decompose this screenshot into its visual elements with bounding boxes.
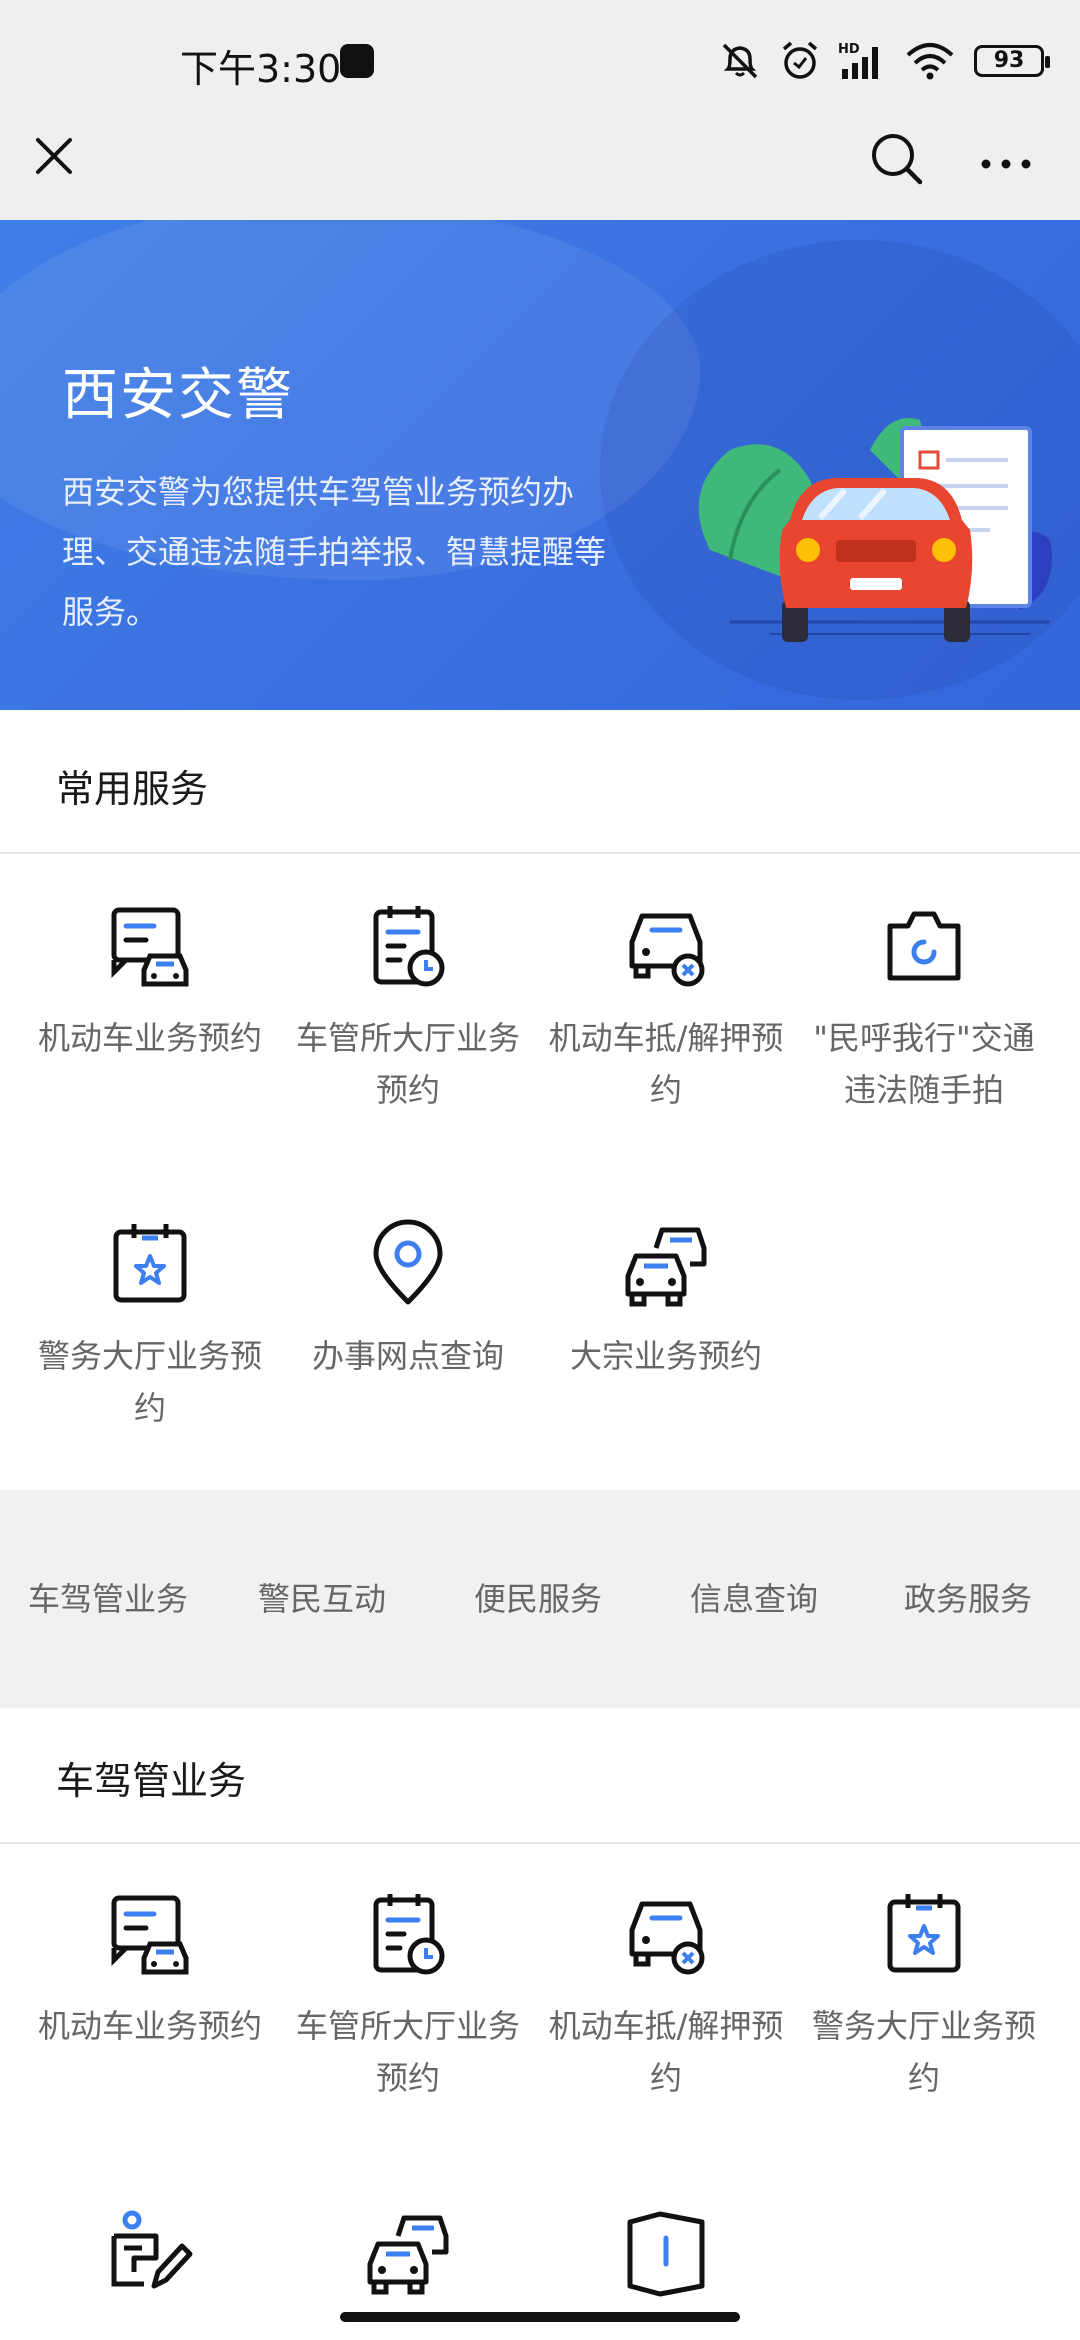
service-dmv-hall-appointment[interactable]: 车管所大厅业务预约 (278, 900, 538, 1116)
wifi-icon (906, 43, 954, 80)
service-police-hall-appointment[interactable]: 警务大厅业务预约 (794, 1888, 1054, 2104)
common-services-header: 常用服务 (0, 710, 1080, 854)
service-label: 机动车抵/解押预约 (548, 1019, 784, 1109)
notification-icon (340, 44, 374, 78)
tab-police-interaction[interactable]: 警民互动 (258, 1574, 386, 1620)
two-cars-icon (625, 1227, 707, 1307)
service-traffic-violation-report[interactable]: "民呼我行"交通违法随手拍 (794, 900, 1054, 1116)
close-icon[interactable] (30, 132, 78, 180)
clipboard-star-icon (887, 1894, 961, 1973)
section-title: 车驾管业务 (56, 1759, 247, 1803)
clipboard-clock-icon (373, 906, 445, 987)
two-cars-icon (367, 2215, 449, 2295)
battery-indicator: 93 (974, 45, 1050, 77)
service-license-tile[interactable] (20, 2206, 280, 2318)
status-icons: HD 93 (718, 36, 1050, 86)
svg-text:HD: HD (838, 42, 860, 57)
hero-title: 西安交警 (62, 363, 294, 428)
service-guide-tile[interactable] (536, 2206, 796, 2318)
car-doc-icon (111, 1895, 189, 1975)
service-label: 车管所大厅业务预约 (295, 1019, 520, 1109)
service-mortgage-appointment[interactable]: 机动车抵/解押预约 (536, 900, 796, 1116)
service-mortgage-appointment[interactable]: 机动车抵/解押预约 (536, 1888, 796, 2104)
service-dmv-hall-appointment[interactable]: 车管所大厅业务预约 (278, 1888, 538, 2104)
service-label: 机动车业务预约 (37, 2007, 262, 2045)
vehicle-services-header: 车驾管业务 (0, 1708, 1080, 1844)
common-services-grid: 机动车业务预约 车管所大厅业务预约 机动车抵/解押预约 "民呼我行"交通违法随手… (0, 854, 1080, 1490)
service-label: 车管所大厅业务预约 (295, 2007, 520, 2097)
category-tabs: 车驾管业务 警民互动 便民服务 信息查询 政务服务 (0, 1490, 1080, 1708)
car-x-icon (629, 1901, 705, 1975)
car-x-icon (629, 913, 705, 987)
vehicle-services-grid: 机动车业务预约 车管所大厅业务预约 机动车抵/解押预约 警务大厅业务预约 (0, 1844, 1080, 2340)
service-vehicle-appointment[interactable]: 机动车业务预约 (20, 1888, 280, 2052)
car-illustration (698, 418, 1052, 642)
hero-description: 西安交警为您提供车驾管业务预约办理、交通违法随手拍举报、智慧提醒等服务。 (62, 473, 607, 631)
more-icon[interactable] (976, 130, 1036, 186)
tab-convenience[interactable]: 便民服务 (474, 1574, 602, 1620)
signal-icon: HD (838, 42, 878, 79)
service-label: 办事网点查询 (311, 1337, 504, 1375)
clipboard-star-icon (113, 1224, 187, 1303)
app-page: 下午3:30 HD 93 西安交警 西安交警为您提供车驾管业务预约办理、交通违法… (0, 0, 1080, 2340)
service-label: 警务大厅业务预约 (37, 1337, 262, 1427)
mute-icon (722, 43, 758, 79)
alarm-icon (782, 41, 818, 79)
service-label: 大宗业务预约 (569, 1337, 762, 1375)
service-label: "民呼我行"交通违法随手拍 (813, 1019, 1035, 1109)
section-title: 常用服务 (56, 767, 209, 811)
person-pen-icon (111, 2210, 193, 2289)
service-office-locator[interactable]: 办事网点查询 (278, 1218, 538, 1382)
tab-vehicle-license[interactable]: 车驾管业务 (28, 1574, 188, 1620)
hero-banner: 西安交警 西安交警为您提供车驾管业务预约办理、交通违法随手拍举报、智慧提醒等服务… (0, 220, 1080, 710)
tab-government[interactable]: 政务服务 (904, 1574, 1032, 1620)
home-indicator[interactable] (340, 2312, 740, 2322)
service-vehicle-appointment[interactable]: 机动车业务预约 (20, 900, 280, 1064)
service-bulk-tile[interactable] (278, 2206, 538, 2318)
service-label: 机动车业务预约 (37, 1019, 262, 1057)
status-bar: 下午3:30 HD 93 (0, 0, 1080, 120)
search-icon[interactable] (868, 130, 924, 186)
camera-icon (887, 911, 961, 981)
car-doc-icon (111, 907, 189, 987)
service-police-hall-appointment[interactable]: 警务大厅业务预约 (20, 1218, 280, 1434)
location-pin-icon (373, 1219, 443, 1305)
tab-info-query[interactable]: 信息查询 (690, 1574, 818, 1620)
service-label: 机动车抵/解押预约 (548, 2007, 784, 2097)
book-icon (627, 2211, 705, 2297)
status-time: 下午3:30 (180, 47, 342, 91)
service-bulk-appointment[interactable]: 大宗业务预约 (536, 1218, 796, 1382)
service-label: 警务大厅业务预约 (811, 2007, 1036, 2097)
clipboard-clock-icon (373, 1894, 445, 1975)
nav-bar (0, 120, 1080, 220)
